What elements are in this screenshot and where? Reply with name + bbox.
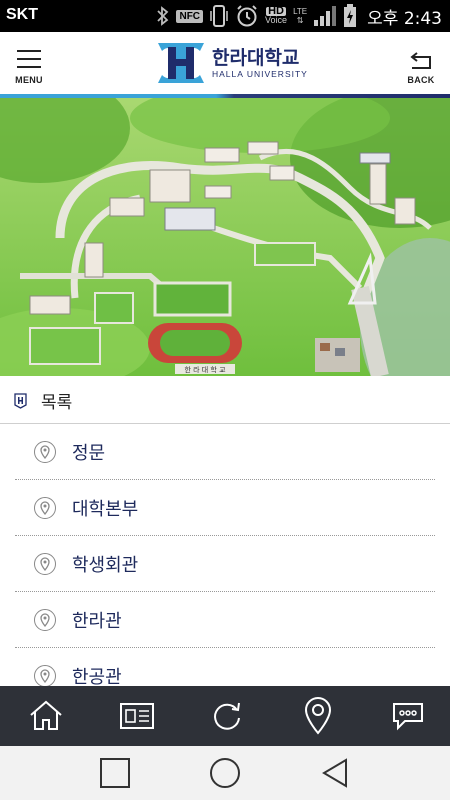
recent-apps-button[interactable] [95,753,135,793]
system-home-button[interactable] [205,753,245,793]
location-pin-icon [34,440,56,463]
menu-label: MENU [15,75,43,85]
lte-label: LTE [293,7,308,16]
lte-icon: LTE ⇅ [293,7,308,25]
home-icon [210,758,240,788]
tab-refresh[interactable] [205,694,249,738]
hamburger-icon [17,50,41,68]
location-pin-icon [34,608,56,631]
status-bar: SKT NFC HD Voice LTE ⇅ 오후 2:43 [0,0,450,32]
signal-icon [313,5,337,27]
tab-directory[interactable] [115,694,159,738]
home-icon [30,700,62,730]
hd-voice-icon: HD Voice [265,6,288,25]
list-item[interactable]: 한공관 [15,648,435,686]
list-header: 목록 [0,378,450,424]
system-nav-bar [0,746,450,800]
location-pin-icon [34,552,56,575]
status-icons: NFC HD Voice LTE ⇅ 오후 2:43 [156,3,442,29]
list-item-label: 정문 [72,442,106,464]
back-label: BACK [407,75,435,85]
refresh-icon [214,702,240,730]
list-item-label: 한라관 [72,610,122,632]
vibrate-icon [209,5,229,27]
list-item[interactable]: 한라관 [15,592,435,648]
campus-map[interactable]: 한 라 대 학 교 [0,98,450,376]
list-item[interactable]: 정문 [15,424,435,480]
list-item[interactable]: 학생회관 [15,536,435,592]
nfc-icon: NFC [176,9,204,23]
map-sign-text: 한 라 대 학 교 [184,365,226,374]
tab-chat[interactable] [386,694,430,738]
recent-apps-icon [100,758,130,788]
voice-label: Voice [265,15,288,25]
campus-map-illustration: 한 라 대 학 교 [0,98,450,376]
menu-button[interactable]: MENU [12,46,46,86]
clock-label: 오후 2:43 [367,8,442,29]
battery-icon [343,4,357,28]
location-pin-icon [34,496,56,519]
list-header-icon [14,392,27,409]
list-title: 목록 [41,393,73,413]
list-item-label: 한공관 [72,666,122,687]
logo-english-text: HALLA UNIVERSITY [212,68,308,79]
university-logo: 한라대학교 HALLA UNIVERSITY [156,40,308,86]
halla-emblem-icon [158,43,204,83]
directory-icon [119,703,154,729]
logo-korean-text: 한라대학교 [212,46,300,69]
location-list[interactable]: 정문 대학본부 학생회관 한라관 한공관 [0,424,450,686]
alarm-icon [235,4,259,28]
chat-icon [393,703,423,731]
system-back-button[interactable] [315,753,355,793]
back-icon [322,758,347,788]
app-header: MENU 한라대학교 HALLA UNIVERSITY BACK [0,32,450,94]
bluetooth-icon [156,6,170,26]
back-arrow-icon [410,52,431,69]
bottom-tab-bar [0,686,450,746]
location-pin-icon [304,697,331,735]
tab-home[interactable] [24,694,68,738]
carrier-label: SKT [6,6,38,23]
list-item-label: 학생회관 [72,554,139,576]
list-item[interactable]: 대학본부 [15,480,435,536]
list-item-label: 대학본부 [72,498,139,520]
tab-location[interactable] [296,694,340,738]
back-button[interactable]: BACK [404,46,438,86]
location-pin-icon [34,664,56,686]
